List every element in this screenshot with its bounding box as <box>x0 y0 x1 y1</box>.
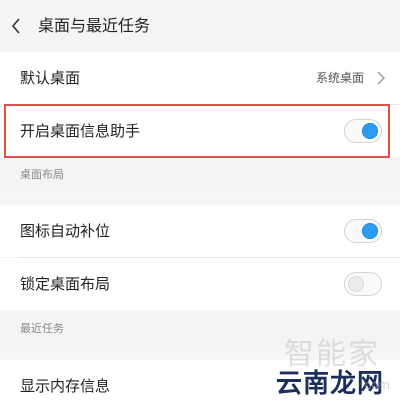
desktop-info-assistant-label: 开启桌面信息助手 <box>20 122 141 140</box>
toggle-knob <box>362 123 378 139</box>
desktop-info-assistant-row[interactable]: 开启桌面信息助手 <box>0 105 400 157</box>
show-memory-row[interactable]: 显示内存信息 <box>0 360 400 406</box>
desktop-info-assistant-toggle[interactable] <box>344 119 382 143</box>
show-memory-label: 显示内存信息 <box>20 377 111 395</box>
lock-layout-toggle[interactable] <box>344 272 382 296</box>
lock-layout-row[interactable]: 锁定桌面布局 <box>0 258 400 310</box>
toggle-knob <box>362 223 378 239</box>
default-desktop-label: 默认桌面 <box>20 69 81 87</box>
default-desktop-value: 系统桌面 <box>315 71 364 85</box>
chevron-left-icon[interactable] <box>4 10 32 42</box>
lock-layout-label: 锁定桌面布局 <box>20 275 111 293</box>
default-desktop-row[interactable]: 默认桌面 系统桌面 <box>0 52 400 104</box>
page-title: 桌面与最近任务 <box>38 16 151 35</box>
auto-fill-icons-toggle[interactable] <box>344 219 382 243</box>
section-title-layout: 桌面布局 <box>20 168 64 181</box>
section-title-recent: 最近任务 <box>20 322 64 335</box>
auto-fill-icons-row[interactable]: 图标自动补位 <box>0 205 400 257</box>
auto-fill-icons-label: 图标自动补位 <box>20 222 111 240</box>
section-header-recent: 最近任务 <box>0 312 400 346</box>
chevron-right-icon <box>377 71 385 85</box>
top-bar: 桌面与最近任务 <box>0 0 400 53</box>
toggle-knob <box>348 276 364 292</box>
section-header-layout: 桌面布局 <box>0 158 400 192</box>
